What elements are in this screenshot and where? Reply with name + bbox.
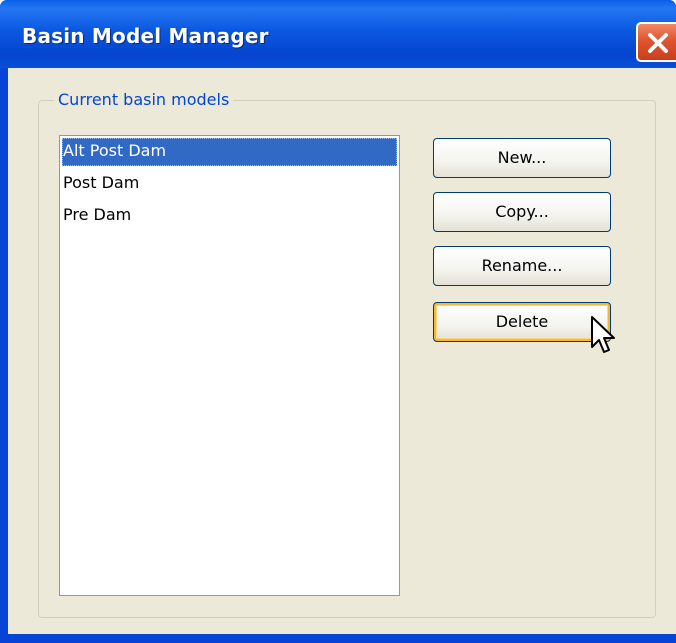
dialog-body: Current basin models Alt Post Dam Post D… xyxy=(8,68,676,634)
new-button[interactable]: New... xyxy=(433,138,611,178)
basin-model-list[interactable]: Alt Post Dam Post Dam Pre Dam xyxy=(59,135,400,596)
copy-button[interactable]: Copy... xyxy=(433,192,611,232)
list-item[interactable]: Pre Dam xyxy=(62,202,397,230)
rename-button[interactable]: Rename... xyxy=(433,246,611,286)
close-button[interactable] xyxy=(636,22,676,62)
dialog-window: Basin Model Manager Current basin models… xyxy=(0,0,676,643)
list-item[interactable]: Post Dam xyxy=(62,170,397,198)
group-label: Current basin models xyxy=(54,90,234,109)
delete-button[interactable]: Delete xyxy=(433,302,611,342)
title-bar[interactable]: Basin Model Manager xyxy=(0,0,676,68)
close-icon xyxy=(648,33,668,53)
mouse-pointer-icon xyxy=(591,316,615,353)
list-item[interactable]: Alt Post Dam xyxy=(62,138,397,166)
window-title: Basin Model Manager xyxy=(22,24,269,48)
